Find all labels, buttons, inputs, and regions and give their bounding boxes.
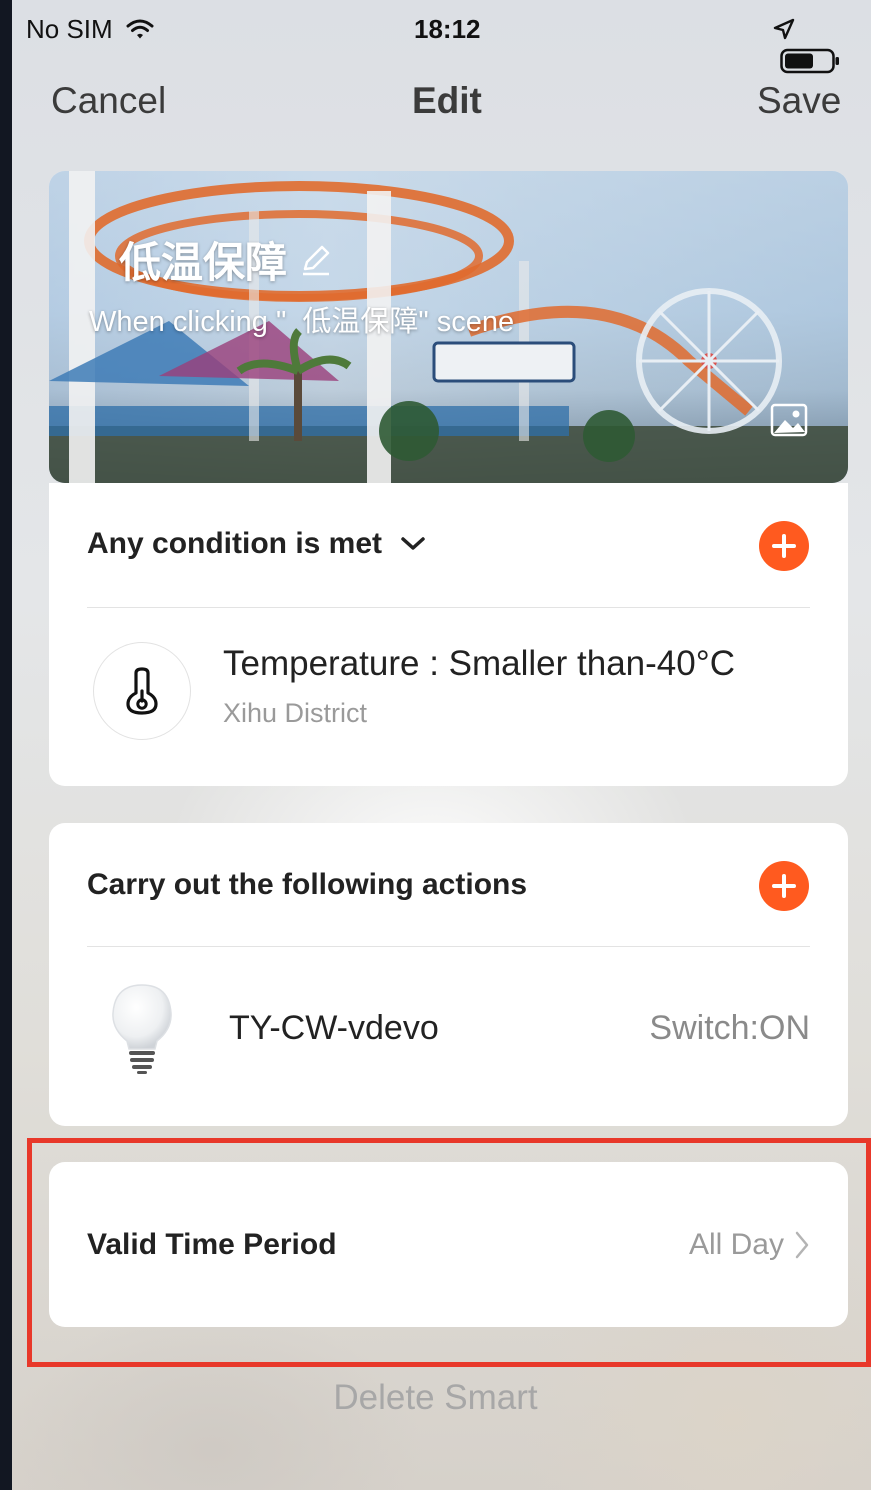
add-action-button[interactable]: [759, 861, 809, 911]
condition-title: Temperature : Smaller than-40°C: [223, 644, 735, 683]
edit-pencil-icon[interactable]: [299, 243, 333, 277]
clock: 18:12: [414, 14, 481, 44]
location-arrow-icon: [773, 18, 795, 40]
thermometer-icon: [126, 667, 158, 715]
plus-icon: [772, 534, 796, 558]
status-bar-left: No SIM: [26, 14, 154, 45]
scene-header-card: 低温保障 When clicking " 低温保障" scene: [49, 171, 848, 483]
battery-icon: [780, 48, 839, 74]
page-title: Edit: [412, 80, 482, 121]
save-button[interactable]: Save: [757, 80, 841, 122]
chevron-down-icon: [401, 537, 425, 550]
action-state: Switch:ON: [649, 1009, 810, 1047]
add-condition-button[interactable]: [759, 521, 809, 571]
action-item[interactable]: TY-CW-vdevo Switch:ON: [49, 947, 848, 1126]
scene-name-row[interactable]: 低温保障: [119, 229, 333, 290]
wifi-icon: [126, 19, 154, 39]
condition-item[interactable]: Temperature : Smaller than-40°C Xihu Dis…: [49, 608, 848, 786]
scene-subtitle: When clicking " 低温保障" scene: [89, 306, 515, 338]
plus-icon: [772, 874, 796, 898]
change-image-icon[interactable]: [770, 403, 808, 437]
scene-cover-image[interactable]: 低温保障 When clicking " 低温保障" scene: [49, 171, 848, 483]
scene-name: 低温保障: [119, 239, 288, 286]
conditions-card: Any condition is met Temperature : Small…: [49, 483, 848, 786]
app-screen: No SIM 18:12 Cancel Edit Save 低温保障 When …: [12, 0, 871, 1490]
condition-mode-label: Any condition is met: [87, 527, 383, 560]
condition-mode-dropdown[interactable]: Any condition is met: [87, 527, 426, 561]
action-device-name: TY-CW-vdevo: [229, 1009, 439, 1047]
actions-card: Carry out the following actions TY-CW-vd…: [49, 823, 848, 1126]
status-bar-right: [772, 14, 871, 76]
cancel-button[interactable]: Cancel: [51, 80, 166, 122]
carrier-label: No SIM: [26, 14, 113, 44]
condition-subtitle: Xihu District: [223, 698, 368, 728]
condition-icon-circle: [93, 642, 191, 740]
delete-smart-button[interactable]: Delete Smart: [12, 1378, 871, 1418]
highlight-box: [27, 1138, 871, 1367]
light-bulb-icon: [112, 984, 172, 1074]
actions-header: Carry out the following actions: [87, 868, 528, 901]
